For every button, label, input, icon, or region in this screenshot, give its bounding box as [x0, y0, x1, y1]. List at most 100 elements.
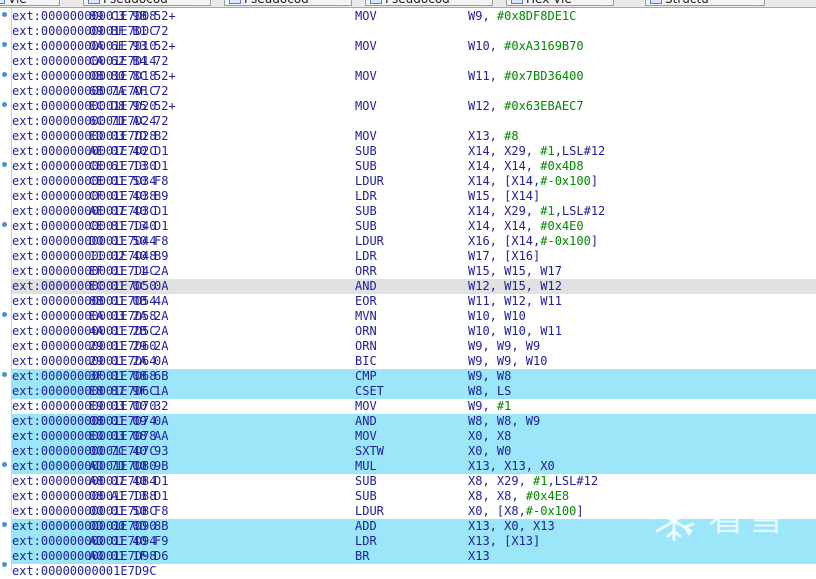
row-mnemonic[interactable]: BR	[355, 549, 369, 564]
row-mnemonic[interactable]: MOV	[355, 9, 377, 24]
tab-0[interactable]: Vie ✕	[0, 0, 60, 6]
tab-5[interactable]: Structu ✕	[645, 0, 765, 6]
disasm-row[interactable]: ext:00000000001E7D28 ED 03 7D B2 MOV X13, #…	[12, 129, 816, 144]
row-operands[interactable]: W10, W10	[468, 309, 526, 324]
row-mnemonic[interactable]: LDR	[355, 249, 377, 264]
row-operands[interactable]: X14, X29, #1,LSL#12	[468, 144, 605, 159]
disasm-row[interactable]: ext:00000000001E7D1C 6B 7A AF 72	[12, 84, 816, 99]
row-mnemonic[interactable]: SXTW	[355, 444, 384, 459]
row-operands[interactable]: W10, #0xA3169B70	[468, 39, 584, 54]
row-operands[interactable]: X13	[468, 549, 490, 564]
disasm-row[interactable]: ext:00000000001E7D78 E0 03 08 AA MOV X0, X8	[12, 429, 816, 444]
row-operands[interactable]: W15, W15, W17	[468, 264, 562, 279]
tab-close-icon[interactable]: ✕	[339, 0, 347, 5]
row-mnemonic[interactable]: AND	[355, 279, 377, 294]
row-operands[interactable]: W17, [X16]	[468, 249, 540, 264]
row-operands[interactable]: X8, X29, #1,LSL#12	[468, 474, 598, 489]
disasm-row[interactable]: ext:00000000001E7D14 CA 62 B4 72	[12, 54, 816, 69]
tab-close-icon[interactable]: ✕	[601, 0, 609, 5]
row-operands[interactable]: X13, X0, X13	[468, 519, 555, 534]
row-operands[interactable]: X0, [X8,#-0x100]	[468, 504, 584, 519]
row-mnemonic[interactable]: SUB	[355, 204, 377, 219]
disassembly-listing[interactable]: ext:00000000001E7D08 89 C3 9B 52+ MOV W9, #…	[12, 9, 816, 578]
row-operands[interactable]: X13, X13, X0	[468, 459, 555, 474]
row-operands[interactable]: X14, X14, #0x4E0	[468, 219, 584, 234]
disasm-row[interactable]: ext:00000000001E7D0C 09 BF B1 72	[12, 24, 816, 39]
row-mnemonic[interactable]: LDR	[355, 189, 377, 204]
row-mnemonic[interactable]: EOR	[355, 294, 377, 309]
disasm-row[interactable]: ext:00000000001E7D64 29 01 2A 0A BIC W9, W9…	[12, 354, 816, 369]
row-mnemonic[interactable]: ORN	[355, 324, 377, 339]
row-mnemonic[interactable]: CMP	[355, 369, 377, 384]
row-mnemonic[interactable]: SUB	[355, 219, 377, 234]
row-mnemonic[interactable]: SUB	[355, 144, 377, 159]
row-operands[interactable]: W8, LS	[468, 384, 511, 399]
row-operands[interactable]: X14, [X14,#-0x100]	[468, 174, 598, 189]
row-mnemonic[interactable]: LDUR	[355, 234, 384, 249]
disasm-row[interactable]: ext:00000000001E7D2C AE 07 40 D1 SUB X14, X…	[12, 144, 816, 159]
row-mnemonic[interactable]: ORR	[355, 264, 377, 279]
disasm-row[interactable]: ext:00000000001E7D20 EC D8 95 52+ MOV W12, …	[12, 99, 816, 114]
row-operands[interactable]: W11, #0x7BD36400	[468, 69, 584, 84]
disasm-row[interactable]: ext:00000000001E7D30 CE 61 13 D1 SUB X14, X…	[12, 159, 816, 174]
disasm-row[interactable]: ext:00000000001E7D50 EC 01 0C 0A AND W12, W…	[12, 279, 816, 294]
row-mnemonic[interactable]: MOV	[355, 39, 377, 54]
tab-close-icon[interactable]: ✕	[752, 0, 760, 5]
disasm-row[interactable]: ext:00000000001E7D10 0A 6E 93 52+ MOV W10, …	[12, 39, 816, 54]
row-mnemonic[interactable]: LDR	[355, 534, 377, 549]
row-mnemonic[interactable]: SUB	[355, 159, 377, 174]
tab-close-icon[interactable]: ✕	[480, 0, 488, 5]
disasm-row[interactable]: ext:00000000001E7D80 AD 7D 00 9B MUL X13, X…	[12, 459, 816, 474]
row-operands[interactable]: W9, #0x8DF8DE1C	[468, 9, 576, 24]
row-operands[interactable]: W9, #1	[468, 399, 511, 414]
disasm-row[interactable]: ext:00000000001E7D9C	[12, 564, 816, 578]
row-operands[interactable]: W12, #0x63EBAEC7	[468, 99, 584, 114]
disasm-row[interactable]: ext:00000000001E7D84 A8 07 40 D1 SUB X8, X2…	[12, 474, 816, 489]
disasm-row[interactable]: ext:00000000001E7D54 8B 01 0B 4A EOR W11, W…	[12, 294, 816, 309]
row-operands[interactable]: W9, W8	[468, 369, 511, 384]
row-mnemonic[interactable]: SUB	[355, 489, 377, 504]
disasm-row[interactable]: ext:00000000001E7D8C 00 01 50 F8 LDUR X0, […	[12, 504, 816, 519]
disasm-row[interactable]: ext:00000000001E7D90 0D 00 0D 8B ADD X13, X…	[12, 519, 816, 534]
row-operands[interactable]: W15, [X14]	[468, 189, 540, 204]
row-mnemonic[interactable]: AND	[355, 414, 377, 429]
row-mnemonic[interactable]: MOV	[355, 129, 377, 144]
disasm-row[interactable]: ext:00000000001E7D5C 4A 01 2B 2A ORN W10, W…	[12, 324, 816, 339]
row-mnemonic[interactable]: LDUR	[355, 504, 384, 519]
row-operands[interactable]: X14, X14, #0x4D8	[468, 159, 584, 174]
tab-close-icon[interactable]: ✕	[198, 0, 206, 5]
row-operands[interactable]: W12, W15, W12	[468, 279, 562, 294]
row-operands[interactable]: X0, W0	[468, 444, 511, 459]
disasm-row[interactable]: ext:00000000001E7D70 E9 03 00 32 MOV W9, #1	[12, 399, 816, 414]
disasm-row[interactable]: ext:00000000001E7D08 89 C3 9B 52+ MOV W9, #…	[12, 9, 816, 24]
row-mnemonic[interactable]: MOV	[355, 69, 377, 84]
row-mnemonic[interactable]: CSET	[355, 384, 384, 399]
row-operands[interactable]: W11, W12, W11	[468, 294, 562, 309]
row-operands[interactable]: W8, W8, W9	[468, 414, 540, 429]
disasm-row[interactable]: ext:00000000001E7D3C AE 07 40 D1 SUB X14, X…	[12, 204, 816, 219]
row-operands[interactable]: X13, #8	[468, 129, 519, 144]
disasm-row[interactable]: ext:00000000001E7D44 D0 01 50 F8 LDUR X16, …	[12, 234, 816, 249]
row-mnemonic[interactable]: MOV	[355, 429, 377, 444]
row-operands[interactable]: X8, X8, #0x4E8	[468, 489, 569, 504]
tab-1[interactable]: Pseudocod ✕	[83, 0, 211, 6]
row-operands[interactable]: W9, W9, W9	[468, 339, 540, 354]
row-mnemonic[interactable]: ADD	[355, 519, 377, 534]
row-mnemonic[interactable]: MUL	[355, 459, 377, 474]
disasm-row[interactable]: ext:00000000001E7D68 3F 01 08 6B CMP W9, W8	[12, 369, 816, 384]
row-operands[interactable]: W9, W9, W10	[468, 354, 547, 369]
disasm-row[interactable]: ext:00000000001E7D88 08 A1 13 D1 SUB X8, X8…	[12, 489, 816, 504]
disasm-row[interactable]: ext:00000000001E7D74 08 01 09 0A AND W8, W8…	[12, 414, 816, 429]
row-operands[interactable]: X16, [X14,#-0x100]	[468, 234, 598, 249]
row-mnemonic[interactable]: BIC	[355, 354, 377, 369]
disasm-row[interactable]: ext:00000000001E7D24 6C 7D AC 72	[12, 114, 816, 129]
row-mnemonic[interactable]: MVN	[355, 309, 377, 324]
tab-3[interactable]: Pseudocod ✕	[365, 0, 493, 6]
row-mnemonic[interactable]: MOV	[355, 99, 377, 114]
tab-4[interactable]: Hex Vie ✕	[506, 0, 614, 6]
disasm-row[interactable]: ext:00000000001E7D38 CF 01 40 B9 LDR W15, […	[12, 189, 816, 204]
row-operands[interactable]: X13, [X13]	[468, 534, 540, 549]
disasm-row[interactable]: ext:00000000001E7D98 A0 01 1F D6 BR X13	[12, 549, 816, 564]
row-mnemonic[interactable]: ORN	[355, 339, 377, 354]
row-mnemonic[interactable]: MOV	[355, 399, 377, 414]
